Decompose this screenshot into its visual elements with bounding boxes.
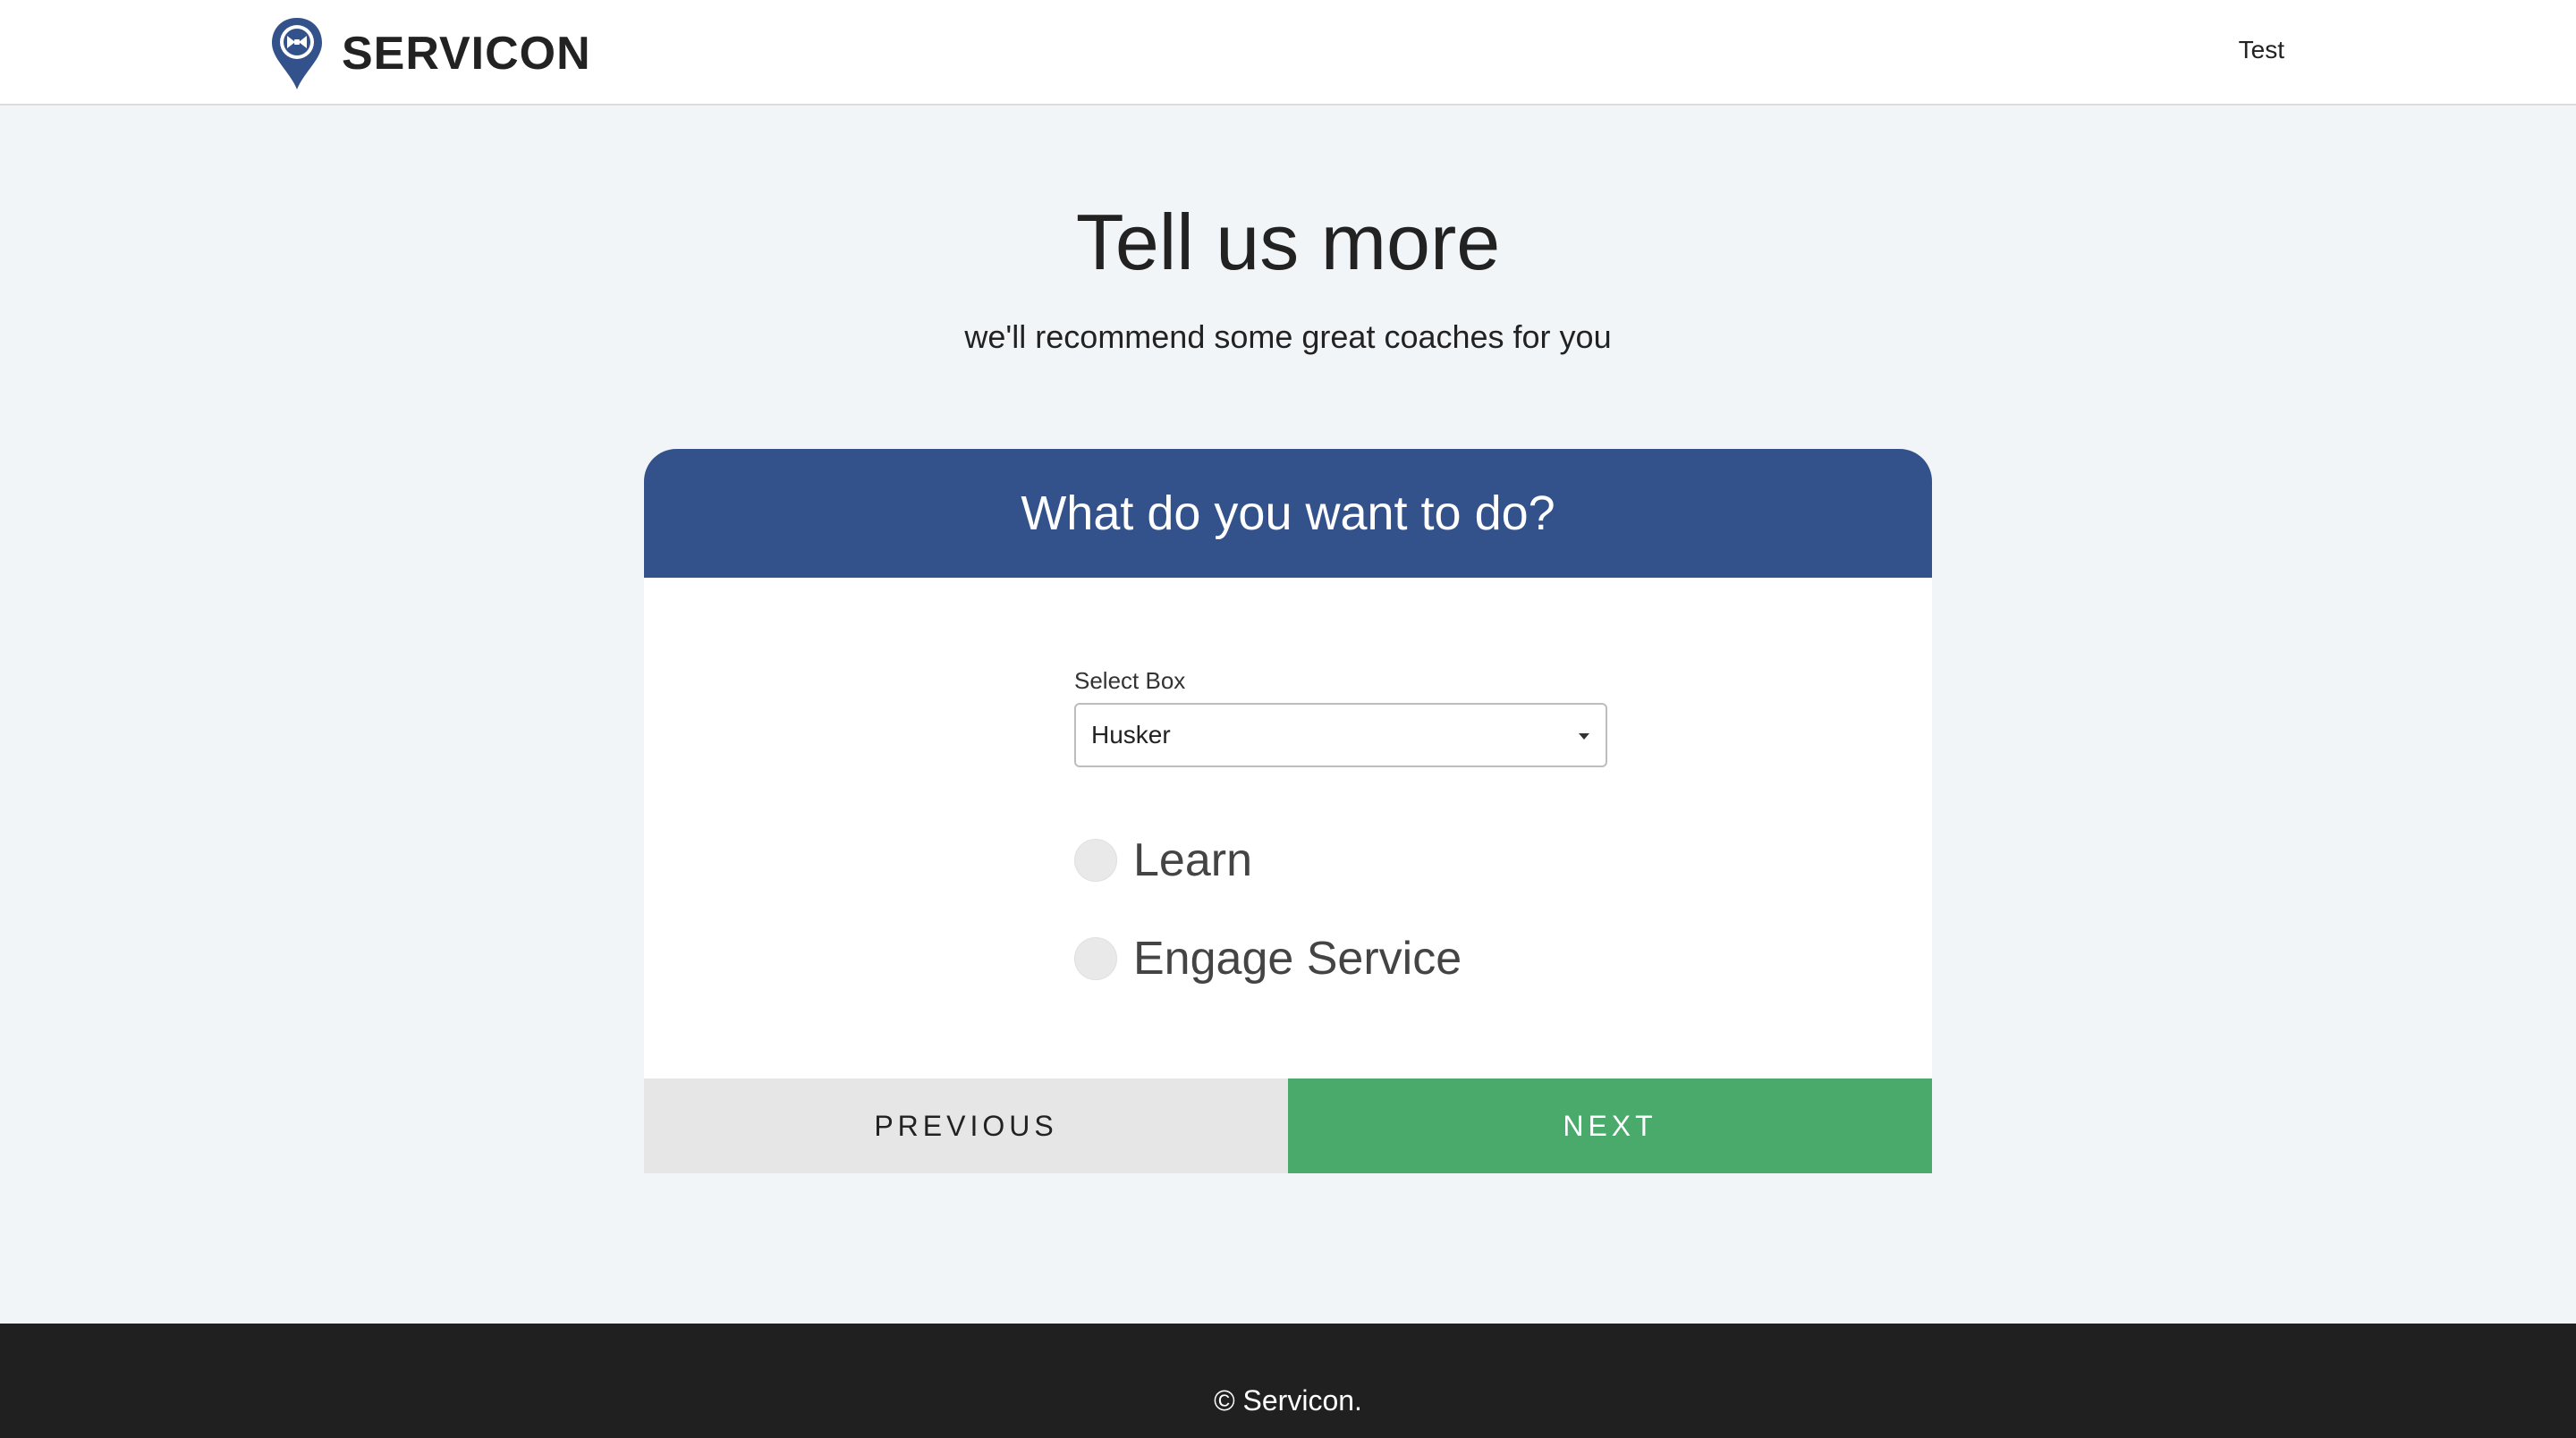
map-pin-bowtie-icon (272, 18, 322, 89)
brand-logo-link[interactable]: SERVICON (268, 16, 591, 91)
question-card: What do you want to do? Select Box Huske… (644, 449, 1932, 1173)
radio-option-engage-service[interactable]: Engage Service (1074, 932, 1462, 985)
user-menu-link[interactable]: Test (2239, 36, 2284, 64)
next-button[interactable]: NEXT (1288, 1078, 1932, 1173)
copyright-text: © Servicon. (1214, 1384, 1362, 1417)
footer: © Servicon. (0, 1324, 2576, 1438)
select-label: Select Box (1074, 667, 1186, 694)
radio-label: Engage Service (1133, 933, 1462, 985)
brand-name: SERVICON (342, 28, 591, 80)
page-subtitle: we'll recommend some great coaches for y… (964, 318, 1612, 355)
top-navbar: SERVICON Test (0, 0, 2576, 106)
page-title: Tell us more (1075, 198, 1501, 286)
previous-button[interactable]: PREVIOUS (644, 1078, 1288, 1173)
radio-option-learn[interactable]: Learn (1074, 833, 1252, 887)
caret-down-icon (1579, 733, 1589, 740)
select-box-dropdown[interactable]: Husker (1074, 703, 1607, 767)
radio-label: Learn (1133, 834, 1252, 886)
question-heading: What do you want to do? (644, 449, 1932, 578)
select-value: Husker (1091, 721, 1171, 749)
radio-button[interactable] (1074, 839, 1117, 882)
question-body: Select Box Husker Learn Engage Service (644, 578, 1932, 1078)
radio-button[interactable] (1074, 937, 1117, 980)
